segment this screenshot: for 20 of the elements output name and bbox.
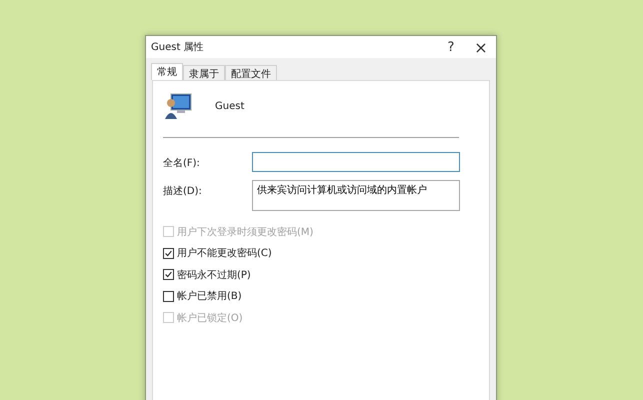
field-label: 全名(F): bbox=[163, 157, 201, 170]
full-name-field[interactable] bbox=[252, 152, 460, 172]
window-title: Guest 属性 bbox=[151, 40, 205, 54]
field-label: 描述(D): bbox=[163, 184, 203, 198]
checkbox-label: 帐户已锁定(O) bbox=[177, 312, 243, 325]
tab[interactable]: 配置文件 bbox=[225, 65, 277, 80]
checkbox-label: 用户不能更改密码(C) bbox=[177, 246, 272, 260]
checkbox[interactable] bbox=[163, 269, 174, 280]
checkbox-label: 帐户已禁用(B) bbox=[177, 290, 242, 304]
description-field[interactable]: 供来宾访问计算机或访问域的内置帐户 bbox=[252, 180, 460, 211]
checkbox[interactable] bbox=[163, 290, 174, 302]
tab[interactable]: 常规 bbox=[151, 63, 183, 80]
user-name: Guest bbox=[215, 100, 244, 112]
checkbox-label: 用户下次登录时须更改密码(M) bbox=[177, 226, 314, 239]
user-computer-icon bbox=[163, 91, 193, 121]
close-button[interactable]: × bbox=[466, 36, 496, 58]
checkbox-label: 密码永不过期(P) bbox=[177, 268, 251, 282]
checkbox[interactable] bbox=[163, 248, 174, 259]
tab[interactable]: 隶属于 bbox=[183, 65, 225, 80]
help-button[interactable]: ? bbox=[436, 36, 466, 58]
